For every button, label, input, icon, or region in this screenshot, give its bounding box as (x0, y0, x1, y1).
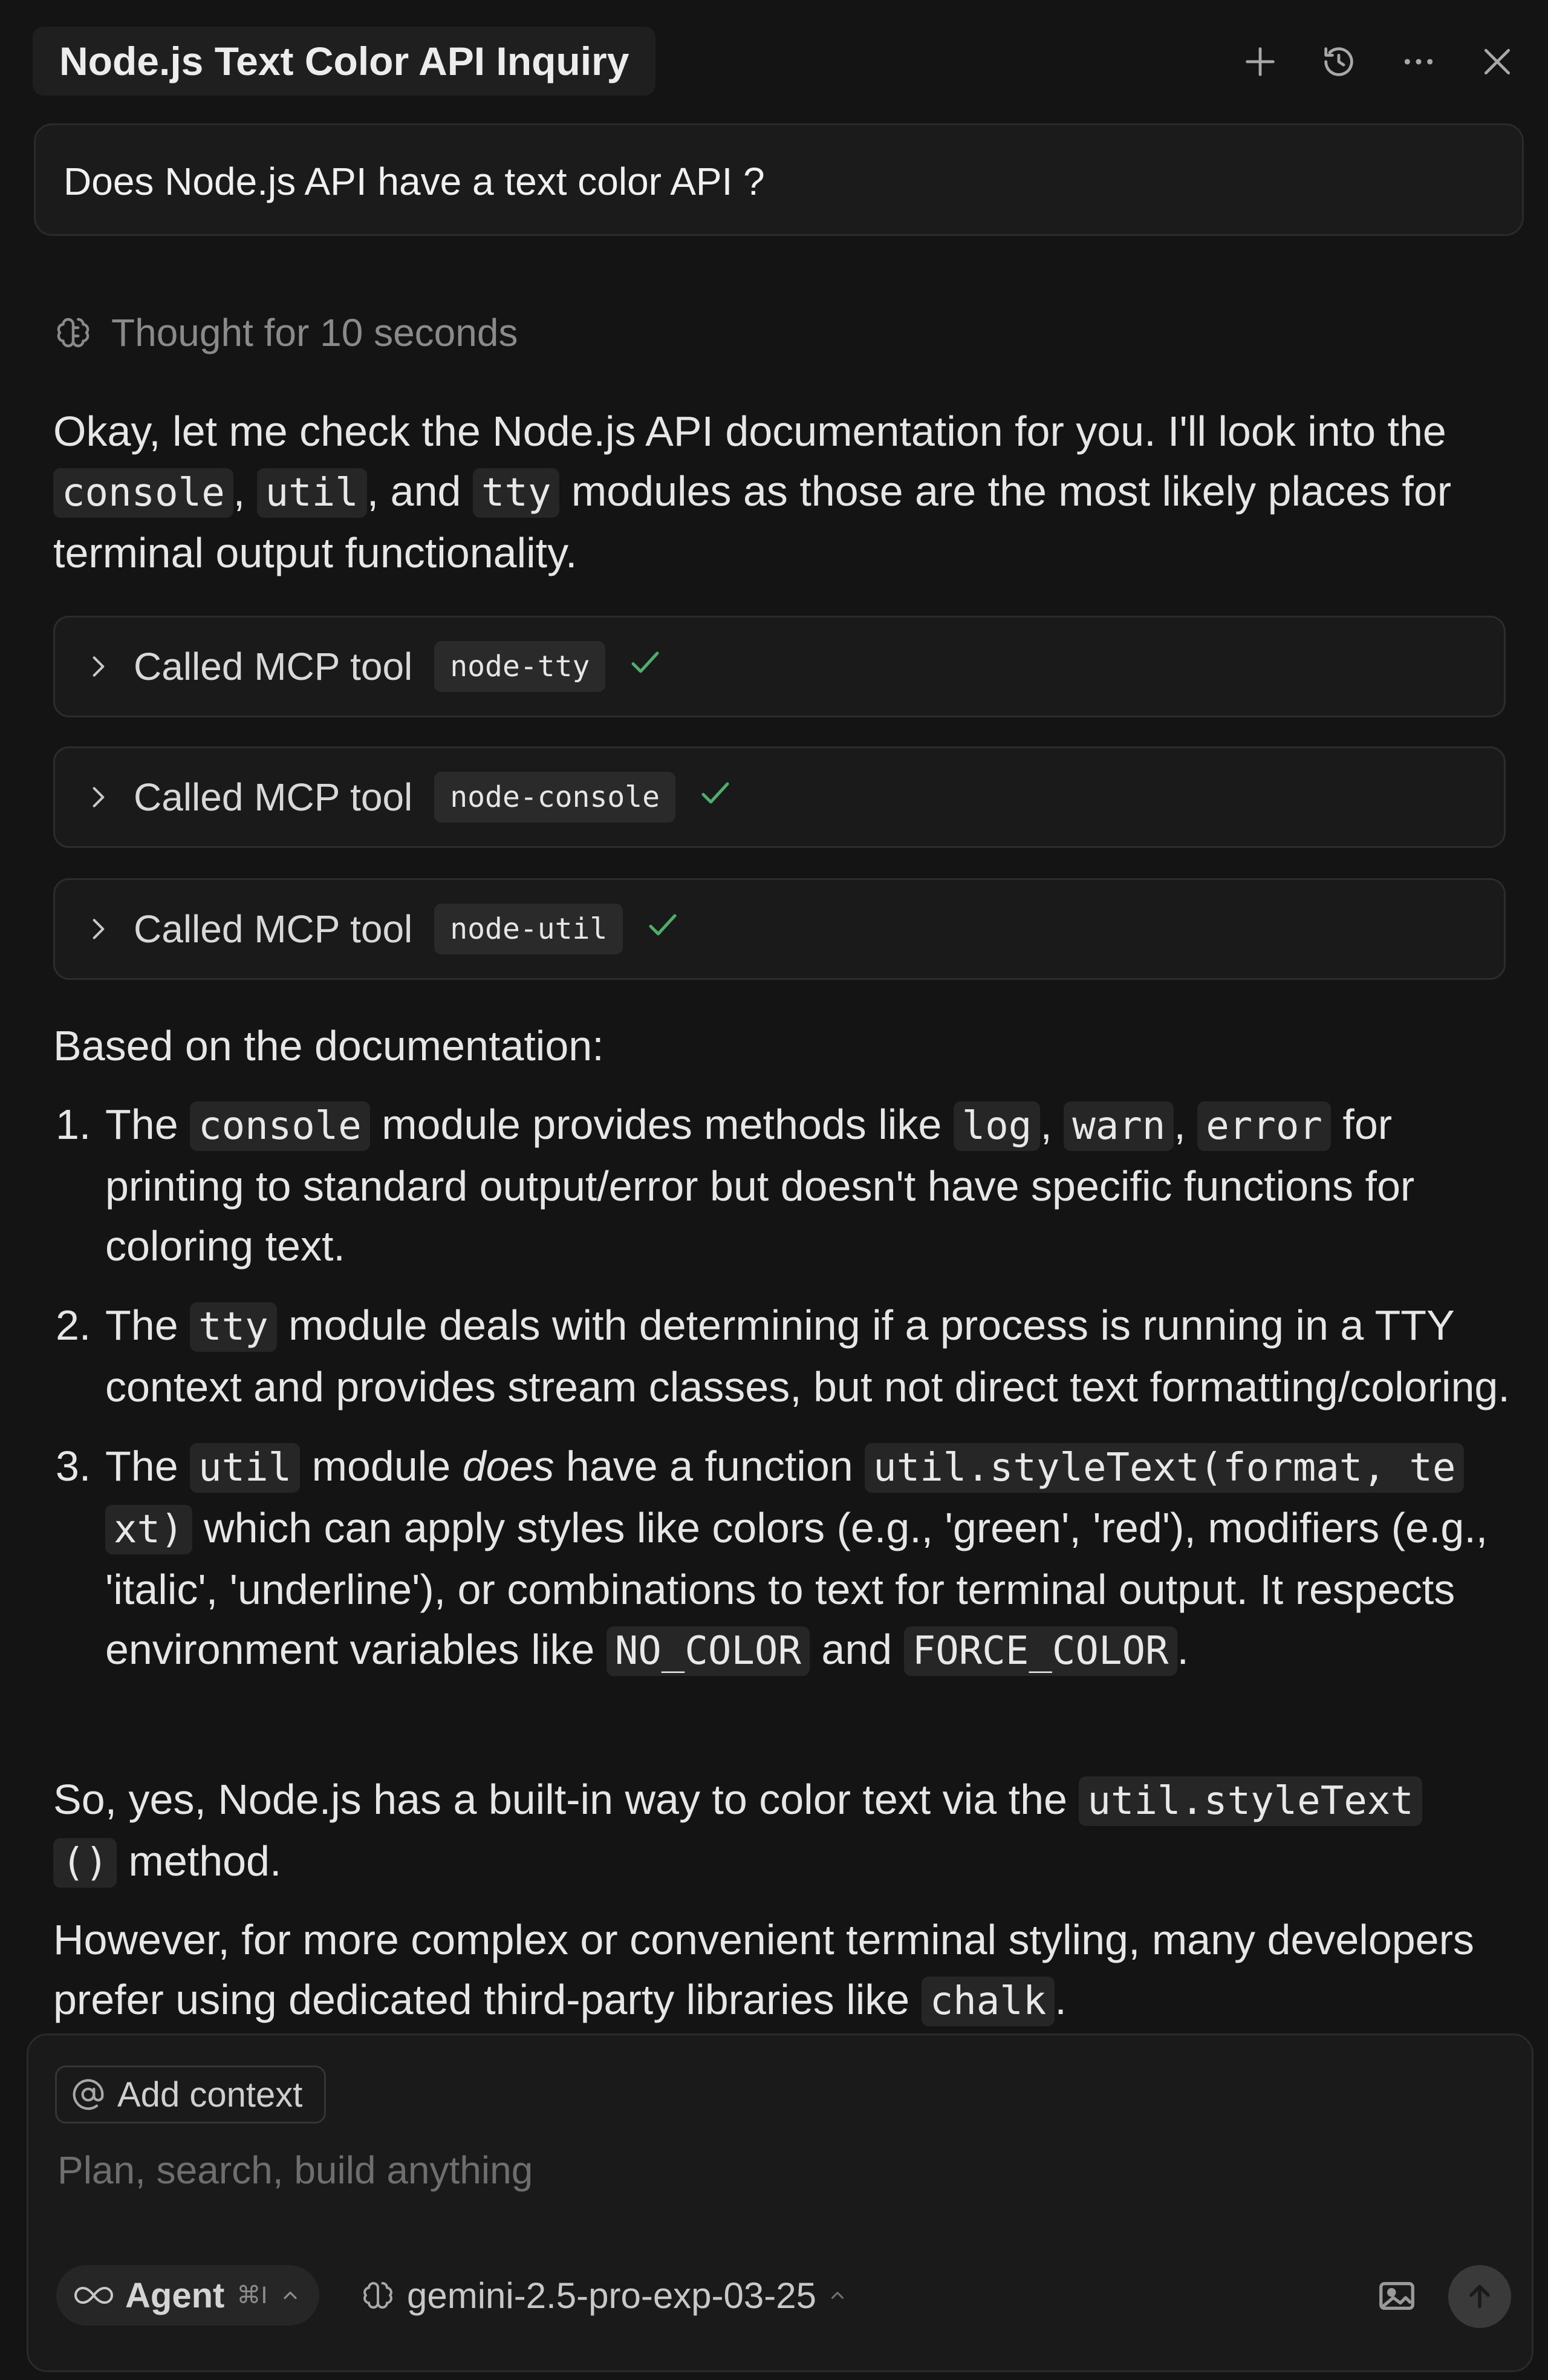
more-icon (1404, 59, 1433, 65)
code-tty: tty (190, 1302, 277, 1352)
chevron-up-icon (284, 2291, 298, 2300)
code-warn: warn (1064, 1101, 1174, 1151)
history-icon (1324, 47, 1353, 76)
code-force-color: FORCE_COLOR (903, 1626, 1177, 1676)
code-styletext: util.styleText(format, te (865, 1443, 1465, 1493)
code-util-styletext: util.styleText (1079, 1776, 1422, 1826)
code-console: console (190, 1101, 370, 1151)
intro-paragraph: Okay, let me check the Node.js API docum… (53, 402, 1517, 583)
prompt-input[interactable]: Plan, search, build anything (57, 2148, 533, 2193)
add-context-button[interactable]: Add context (55, 2065, 327, 2124)
thought-label: Thought for 10 seconds (111, 311, 518, 354)
close-button[interactable] (1473, 37, 1521, 86)
based-on-heading: Based on the documentation: (53, 1022, 604, 1069)
intro-text-1: Okay, let me check the Node.js API docum… (53, 408, 1446, 455)
chevron-right-icon (93, 787, 105, 807)
list-text: and (809, 1626, 904, 1673)
chevron-right-icon (93, 919, 105, 939)
tool-call-label: Called MCP tool (134, 645, 413, 688)
emphasis-does: does (462, 1443, 554, 1490)
code-util: util (256, 468, 367, 518)
code-chalk: chalk (921, 1977, 1055, 2026)
code-error: error (1197, 1101, 1331, 1151)
agent-label: Agent (125, 2275, 225, 2315)
send-button[interactable] (1448, 2265, 1511, 2328)
close-icon (1484, 48, 1511, 75)
list-number: 1. (56, 1101, 91, 1148)
add-context-label: Add context (117, 2075, 303, 2114)
check-icon (701, 782, 729, 803)
attach-image-button[interactable] (1370, 2269, 1424, 2323)
chat-header: Node.js Text Color API Inquiry (0, 0, 1548, 121)
list-number: 3. (56, 1443, 91, 1490)
code-parens: () (53, 1838, 117, 1888)
infinity-icon (74, 2286, 113, 2304)
model-name: gemini-2.5-pro-exp-03-25 (407, 2275, 816, 2316)
list-text: The (105, 1302, 190, 1349)
model-selector[interactable]: gemini-2.5-pro-exp-03-25 (360, 2265, 848, 2326)
history-button[interactable] (1315, 37, 1363, 86)
list-text: . (1177, 1626, 1189, 1673)
check-icon (631, 651, 659, 673)
tool-call-node-tty[interactable]: Called MCP tool node-tty (53, 616, 1506, 717)
list-item: 1. The console module provides methods li… (53, 1095, 1517, 1276)
however-paragraph: However, for more complex or convenient … (53, 1910, 1517, 2032)
at-sign-icon (73, 2079, 104, 2110)
image-icon (1379, 2281, 1414, 2310)
brain-icon (363, 2282, 392, 2309)
list-item: 3. The util module does have a function u… (53, 1436, 1517, 1681)
code-no-color: NO_COLOR (606, 1626, 810, 1676)
tool-call-label: Called MCP tool (134, 775, 413, 819)
chevron-up-icon (831, 2292, 844, 2299)
code-styletext-cont: xt) (105, 1505, 192, 1554)
list-text: , (1040, 1101, 1064, 1148)
check-icon (649, 914, 677, 935)
arrow-up-icon (1469, 2284, 1490, 2309)
list-text: , (1174, 1101, 1198, 1148)
conclusion-paragraph: So, yes, Node.js has a built-in way to c… (53, 1770, 1517, 1893)
agent-mode-selector[interactable]: Agent ⌘I (56, 2265, 320, 2326)
code-console: console (53, 468, 233, 518)
tool-name-badge: node-tty (434, 641, 606, 692)
intro-text-3: , and (366, 468, 473, 515)
list-item: 2. The tty module deals with determining … (53, 1296, 1517, 1417)
tool-name-badge: node-console (434, 772, 676, 823)
list-text: The (105, 1101, 190, 1148)
more-options-button[interactable] (1394, 37, 1443, 86)
list-text: module provides methods like (369, 1101, 954, 1148)
agent-shortcut: ⌘I (236, 2282, 268, 2309)
new-chat-button[interactable] (1236, 37, 1284, 86)
tool-call-node-console[interactable]: Called MCP tool node-console (53, 746, 1506, 848)
list-text: have a function (554, 1443, 865, 1490)
tool-call-node-util[interactable]: Called MCP tool node-util (53, 878, 1506, 980)
conclusion-text: So, yes, Node.js has a built-in way to c… (53, 1776, 1079, 1823)
composer: Add context Plan, search, build anything… (27, 2033, 1533, 2372)
however-text: However, for more complex or convenient … (53, 1916, 1474, 2023)
code-log: log (953, 1101, 1041, 1151)
code-tty: tty (472, 468, 560, 518)
list-text: The (105, 1443, 190, 1490)
chat-title[interactable]: Node.js Text Color API Inquiry (33, 27, 656, 96)
tool-call-label: Called MCP tool (134, 907, 413, 951)
code-util: util (190, 1443, 301, 1493)
conclusion-text: method. (117, 1837, 282, 1885)
brain-icon (57, 318, 89, 348)
plus-icon (1246, 47, 1275, 76)
chevron-right-icon (93, 656, 105, 677)
however-text: . (1055, 1976, 1067, 2023)
user-message[interactable]: Does Node.js API have a text color API ? (34, 123, 1524, 236)
list-text: module deals with determining if a proce… (105, 1302, 1510, 1410)
list-text: module (300, 1443, 463, 1490)
intro-text-2: , (233, 468, 257, 515)
thought-indicator[interactable]: Thought for 10 seconds (53, 302, 518, 363)
list-number: 2. (56, 1302, 91, 1349)
tool-name-badge: node-util (434, 904, 623, 954)
findings-list: 1. The console module provides methods li… (53, 1095, 1517, 1701)
